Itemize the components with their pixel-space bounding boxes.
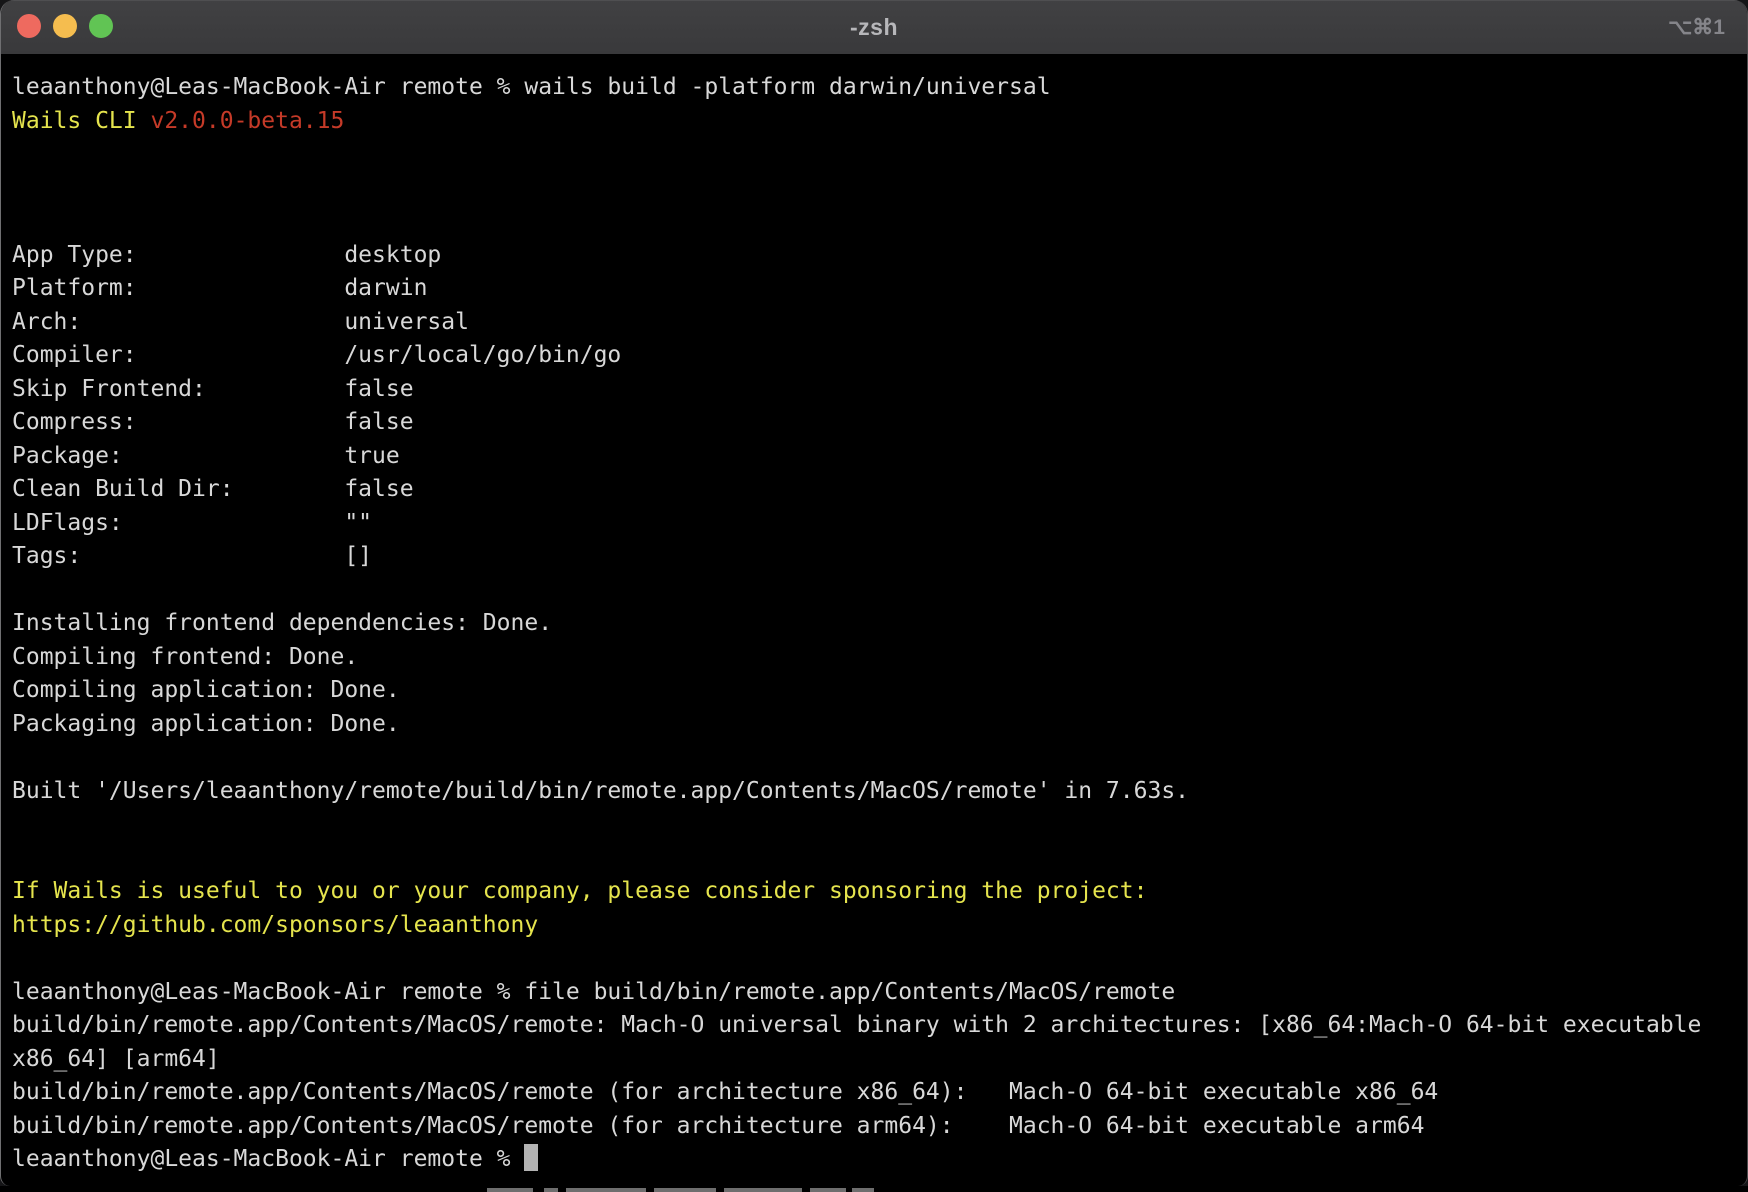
terminal-line: leaanthony@Leas-MacBook-Air remote % fil… <box>12 976 1737 1010</box>
terminal-line <box>12 741 1737 775</box>
terminal-text-segment: Compiling application: Done. <box>12 677 400 703</box>
terminal-line: x86_64] [arm64] <box>12 1043 1737 1077</box>
terminal-line: build/bin/remote.app/Contents/MacOS/remo… <box>12 1009 1737 1043</box>
terminal-line: Built '/Users/leaanthony/remote/build/bi… <box>12 775 1737 809</box>
terminal-text-segment: leaanthony@Leas-MacBook-Air remote % wai… <box>12 74 1051 100</box>
terminal-line <box>12 205 1737 239</box>
terminal-line: Compiling application: Done. <box>12 674 1737 708</box>
terminal-line: Skip Frontend: false <box>12 373 1737 407</box>
terminal-text-segment: build/bin/remote.app/Contents/MacOS/remo… <box>12 1012 1701 1038</box>
terminal-text-segment: leaanthony@Leas-MacBook-Air remote % <box>12 1146 524 1171</box>
terminal-line: build/bin/remote.app/Contents/MacOS/remo… <box>12 1110 1737 1144</box>
terminal-screen[interactable]: leaanthony@Leas-MacBook-Air remote % wai… <box>1 55 1747 1171</box>
terminal-line: build/bin/remote.app/Contents/MacOS/remo… <box>12 1076 1737 1110</box>
terminal-text-segment: Compiling frontend: Done. <box>12 644 358 670</box>
terminal-text-segment: v2.0.0-beta.15 <box>150 108 344 134</box>
terminal-line: Arch: universal <box>12 306 1737 340</box>
terminal-text-segment: Arch: universal <box>12 309 469 335</box>
terminal-text-segment: x86_64] [arm64] <box>12 1046 220 1072</box>
terminal-line: Compress: false <box>12 406 1737 440</box>
terminal-text-segment: build/bin/remote.app/Contents/MacOS/remo… <box>12 1079 1438 1105</box>
terminal-text-segment: Wails CLI <box>12 108 150 134</box>
terminal-text-segment: Compiler: /usr/local/go/bin/go <box>12 342 621 368</box>
terminal-line: https://github.com/sponsors/leaanthony <box>12 909 1737 943</box>
terminal-line: If Wails is useful to you or your compan… <box>12 875 1737 909</box>
terminal-text-segment: If Wails is useful to you or your compan… <box>12 878 1147 904</box>
terminal-line: App Type: desktop <box>12 239 1737 273</box>
terminal-line <box>12 842 1737 876</box>
terminal-line <box>12 808 1737 842</box>
titlebar[interactable]: -zsh ⌥⌘1 <box>1 0 1747 55</box>
background-window-fragment <box>810 1188 846 1192</box>
terminal-line: Platform: darwin <box>12 272 1737 306</box>
terminal-line: Tags: [] <box>12 540 1737 574</box>
terminal-text-segment: Clean Build Dir: false <box>12 476 414 502</box>
terminal-line <box>12 574 1737 608</box>
background-window-fragment <box>852 1188 874 1192</box>
terminal-text-segment: Installing frontend dependencies: Done. <box>12 610 552 636</box>
terminal-line: leaanthony@Leas-MacBook-Air remote % <box>12 1143 1737 1171</box>
terminal-line: Compiler: /usr/local/go/bin/go <box>12 339 1737 373</box>
terminal-line: Packaging application: Done. <box>12 708 1737 742</box>
terminal-text-segment: App Type: desktop <box>12 242 441 268</box>
terminal-text-segment: LDFlags: "" <box>12 510 372 536</box>
terminal-line: Installing frontend dependencies: Done. <box>12 607 1737 641</box>
terminal-line <box>12 138 1737 172</box>
background-window-strip <box>0 1186 1748 1192</box>
terminal-cursor <box>524 1144 538 1171</box>
terminal-line: Compiling frontend: Done. <box>12 641 1737 675</box>
terminal-text-segment: Package: true <box>12 443 400 469</box>
terminal-line: Clean Build Dir: false <box>12 473 1737 507</box>
terminal-line: Wails CLI v2.0.0-beta.15 <box>12 105 1737 139</box>
terminal-window: -zsh ⌥⌘1 leaanthony@Leas-MacBook-Air rem… <box>0 0 1748 1186</box>
terminal-line: LDFlags: "" <box>12 507 1737 541</box>
tab-shortcut-label: ⌥⌘1 <box>1668 0 1725 54</box>
background-window-fragment <box>566 1188 646 1192</box>
terminal-text-segment: Skip Frontend: false <box>12 376 414 402</box>
terminal-line <box>12 172 1737 206</box>
terminal-text-segment: Packaging application: Done. <box>12 711 400 737</box>
terminal-text-segment: Built '/Users/leaanthony/remote/build/bi… <box>12 778 1189 804</box>
background-window-fragment <box>654 1188 716 1192</box>
terminal-text-segment: Tags: [] <box>12 543 372 569</box>
background-window-fragment <box>544 1188 558 1192</box>
window-title: -zsh <box>1 0 1747 54</box>
terminal-text-segment: Compress: false <box>12 409 414 435</box>
background-window-fragment <box>487 1188 533 1192</box>
terminal-text-segment: build/bin/remote.app/Contents/MacOS/remo… <box>12 1113 1424 1139</box>
terminal-line <box>12 942 1737 976</box>
terminal-line: leaanthony@Leas-MacBook-Air remote % wai… <box>12 71 1737 105</box>
terminal-text-segment: leaanthony@Leas-MacBook-Air remote % fil… <box>12 979 1175 1005</box>
terminal-text-segment: https://github.com/sponsors/leaanthony <box>12 912 538 938</box>
terminal-line: Package: true <box>12 440 1737 474</box>
background-window-fragment <box>724 1188 802 1192</box>
terminal-text-segment: Platform: darwin <box>12 275 427 301</box>
